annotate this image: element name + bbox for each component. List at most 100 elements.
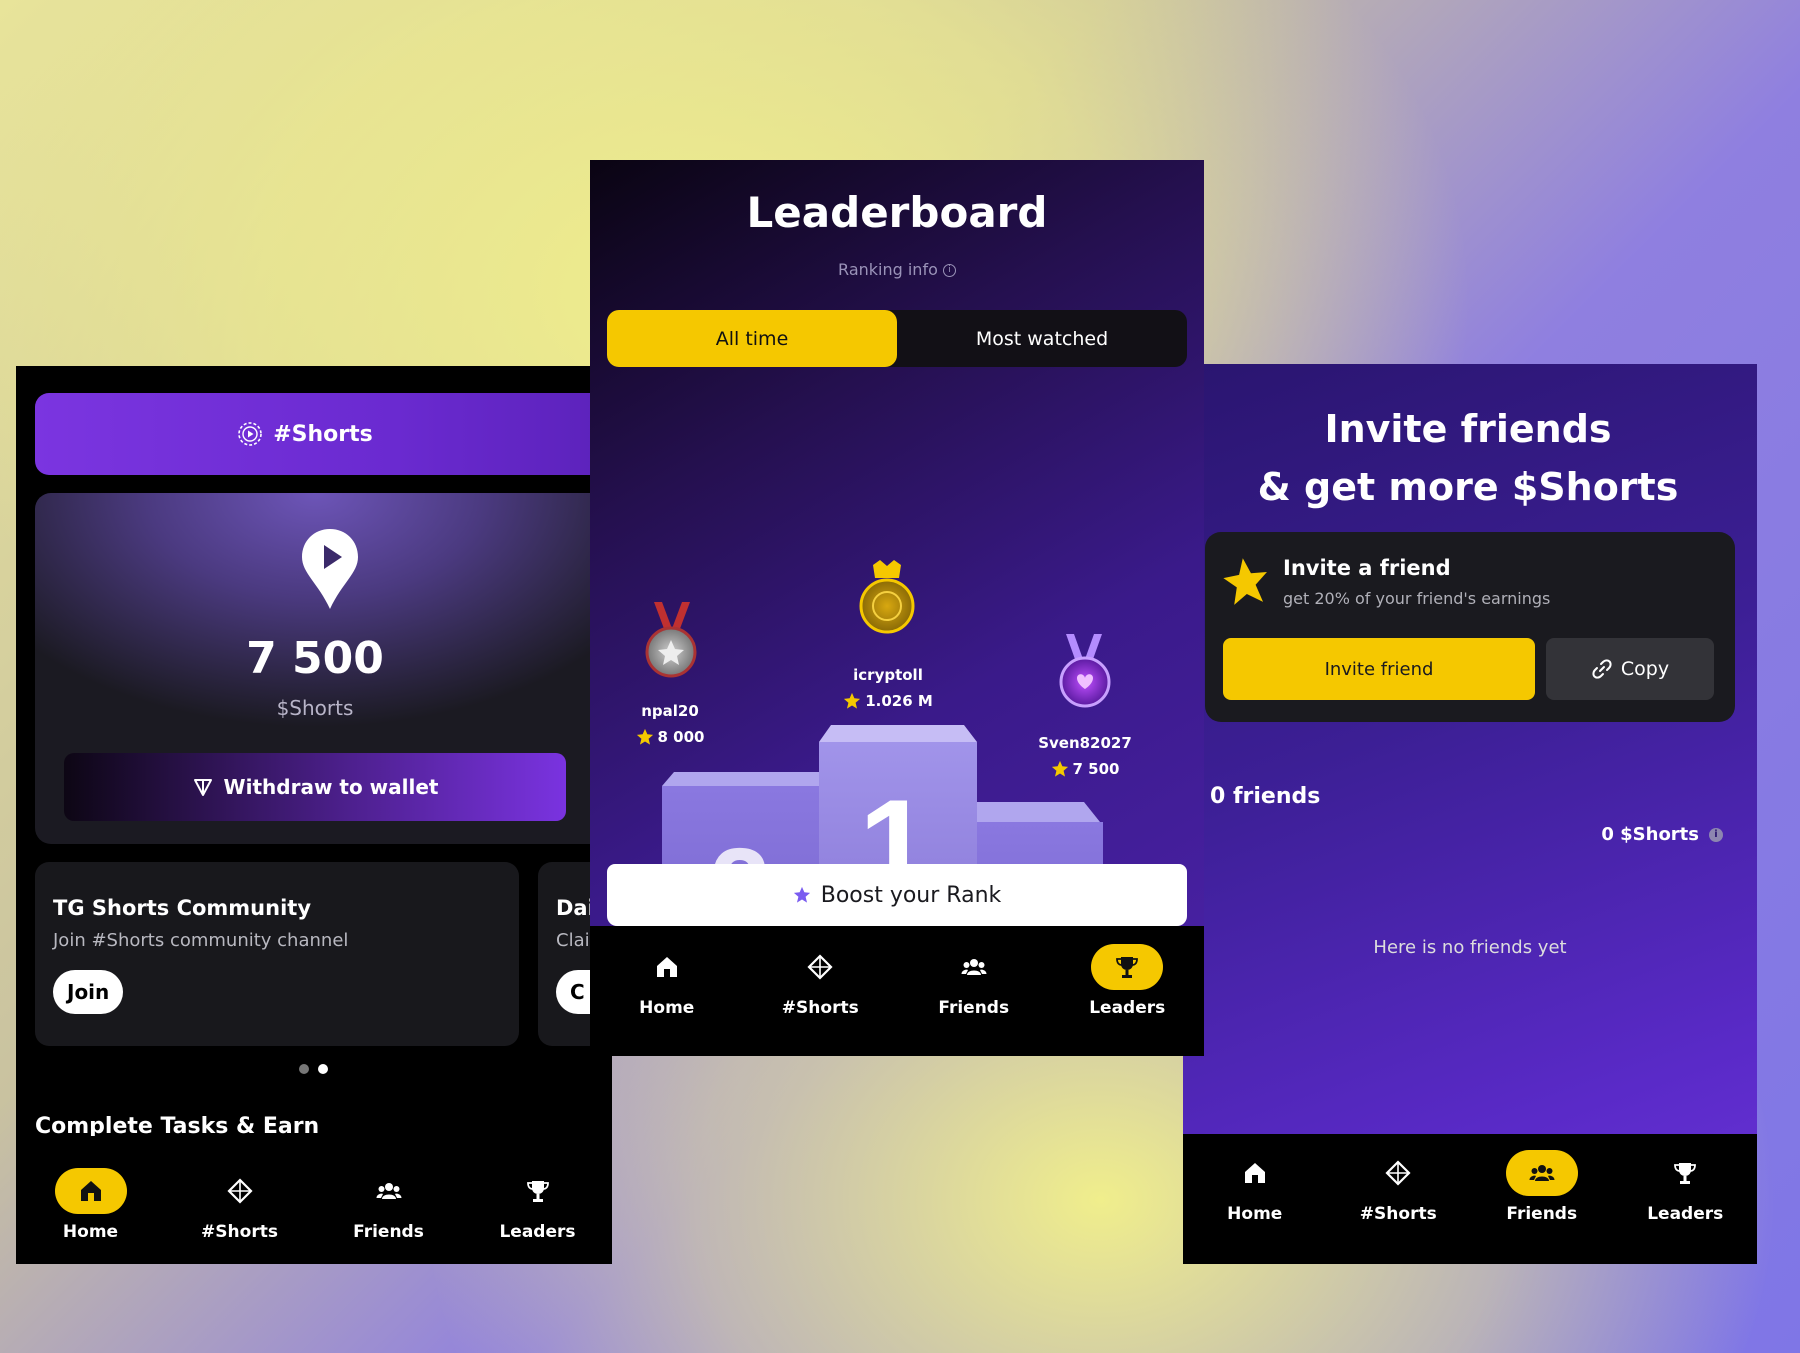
nav-leaders-label: Leaders <box>1647 1204 1724 1224</box>
nav-shorts[interactable]: #Shorts <box>755 944 885 1018</box>
diamond-icon <box>226 1178 253 1204</box>
bottom-nav: Home #Shorts Friends Leaders <box>1183 1134 1757 1264</box>
nav-home-wrap <box>1219 1150 1291 1196</box>
nav-leaders[interactable]: Leaders <box>1620 1150 1750 1224</box>
nav-shorts[interactable]: #Shorts <box>1333 1150 1463 1224</box>
tasks-section-title: Complete Tasks & Earn <box>35 1114 320 1136</box>
nav-home[interactable]: Home <box>26 1168 156 1242</box>
invite-title: Invite friends & get more $Shorts <box>1183 400 1753 516</box>
info-icon[interactable]: i <box>1709 827 1723 842</box>
nav-leaders-label: Leaders <box>1089 998 1166 1018</box>
trophy-icon <box>1674 1163 1697 1184</box>
nav-home-label: Home <box>639 998 695 1018</box>
star-icon <box>844 692 861 709</box>
nav-friends-label: Friends <box>353 1222 424 1242</box>
withdraw-button[interactable]: Withdraw to wallet <box>64 753 566 821</box>
nav-leaders-wrap <box>502 1168 574 1214</box>
page-title: Leaderboard <box>746 188 1048 237</box>
shorts-header-button[interactable]: #Shorts <box>35 393 612 475</box>
star-icon <box>793 886 810 903</box>
invite-heading: Invite a friend <box>1283 556 1451 580</box>
invite-friend-button[interactable]: Invite friend <box>1223 638 1535 700</box>
withdraw-label: Withdraw to wallet <box>223 775 439 799</box>
nav-shorts-label: #Shorts <box>781 998 859 1018</box>
purple-medal-icon <box>1059 634 1111 708</box>
player-2-score-value: 8 000 <box>657 728 705 746</box>
nav-friends[interactable]: Friends <box>324 1168 454 1242</box>
boost-rank-button[interactable]: Boost your Rank <box>607 864 1187 926</box>
nav-home-label: Home <box>1227 1204 1283 1224</box>
nav-shorts[interactable]: #Shorts <box>175 1168 305 1242</box>
task-subtitle: Join #Shorts community channel <box>53 930 349 951</box>
tab-all-time[interactable]: All time <box>607 310 897 367</box>
home-icon <box>80 1181 101 1201</box>
nav-home-highlight <box>54 1168 127 1214</box>
nav-shorts-label: #Shorts <box>201 1222 278 1242</box>
nav-friends[interactable]: Friends <box>1477 1150 1607 1224</box>
ton-wallet-icon <box>193 779 212 796</box>
player-1-score-value: 1.026 M <box>865 692 933 710</box>
boost-rank-label: Boost your Rank <box>820 882 1002 908</box>
invite-title-line1: Invite friends <box>1324 407 1612 451</box>
nav-friends[interactable]: Friends <box>909 944 1039 1018</box>
nav-home-wrap <box>631 944 703 990</box>
empty-friends-text: Here is no friends yet <box>1373 937 1567 958</box>
task-title: TG Shorts Community <box>53 896 312 920</box>
friends-count: 0 friends <box>1210 784 1321 809</box>
invite-title-line2: & get more $Shorts <box>1257 465 1679 509</box>
people-icon <box>961 959 987 975</box>
home-icon <box>1244 1163 1265 1183</box>
diamond-icon <box>807 954 833 980</box>
player-2-score: 8 000 <box>590 728 750 746</box>
nav-friends-label: Friends <box>938 998 1010 1018</box>
leaderboard-screen: Leaderboard Ranking info i All time Most… <box>590 160 1204 1056</box>
nav-leaders[interactable]: Leaders <box>473 1168 603 1242</box>
gold-medal-icon <box>859 560 915 634</box>
carousel-dot[interactable] <box>299 1064 309 1074</box>
trophy-icon <box>526 1181 549 1202</box>
balance-card: 7 500 $Shorts Withdraw to wallet <box>35 493 612 844</box>
silver-medal-icon <box>645 602 697 678</box>
star-icon <box>1051 760 1068 777</box>
nav-shorts-wrap <box>1362 1150 1434 1196</box>
player-3-score-value: 7 500 <box>1072 760 1120 778</box>
bottom-nav: Home #Shorts Friends Leaders <box>590 926 1204 1056</box>
balance-value: 7 500 <box>246 633 384 684</box>
nav-friends-wrap <box>353 1168 425 1214</box>
nav-friends-wrap <box>938 944 1010 990</box>
player-3-name: Sven82027 <box>1038 734 1132 752</box>
friends-screen: Invite friends & get more $Shorts Invite… <box>1183 364 1757 1264</box>
nav-home[interactable]: Home <box>1190 1150 1320 1224</box>
invite-card: Invite a friend get 20% of your friend's… <box>1205 532 1735 722</box>
balance-unit: $Shorts <box>276 696 354 720</box>
home-icon <box>656 957 677 977</box>
nav-friends-label: Friends <box>1506 1204 1578 1224</box>
invite-subtext: get 20% of your friend's earnings <box>1283 589 1551 608</box>
nav-leaders[interactable]: Leaders <box>1062 944 1192 1018</box>
star-icon <box>636 728 653 745</box>
diamond-icon <box>1385 1160 1411 1186</box>
player-3-score: 7 500 <box>1005 760 1165 778</box>
shorts-header-label: #Shorts <box>273 421 373 447</box>
nav-friends-highlight <box>1505 1150 1578 1196</box>
play-pin-icon <box>302 529 358 609</box>
nav-home[interactable]: Home <box>602 944 732 1018</box>
player-1-name: icryptoll <box>853 666 923 684</box>
carousel-dot-active[interactable] <box>318 1064 328 1074</box>
trophy-icon <box>1116 957 1139 978</box>
ranking-info-link[interactable]: Ranking info i <box>590 260 1204 279</box>
nav-shorts-label: #Shorts <box>1359 1204 1437 1224</box>
tab-most-watched[interactable]: Most watched <box>897 310 1187 367</box>
join-button[interactable]: Join <box>53 970 124 1014</box>
nav-leaders-highlight <box>1091 944 1164 990</box>
nav-leaders-wrap <box>1649 1150 1721 1196</box>
friends-earnings: 0 $Shorts i <box>1601 824 1723 845</box>
bottom-nav: Home #Shorts Friends Leaders <box>16 1144 612 1264</box>
people-icon <box>1529 1165 1555 1181</box>
home-screen: #Shorts 7 500 $Shorts Withdraw to wallet… <box>16 366 612 1264</box>
copy-label: Copy <box>1620 658 1670 680</box>
copy-link-button[interactable]: Copy <box>1546 638 1714 700</box>
nav-shorts-wrap <box>204 1168 276 1214</box>
people-icon <box>376 1183 401 1199</box>
info-icon: i <box>942 264 956 277</box>
